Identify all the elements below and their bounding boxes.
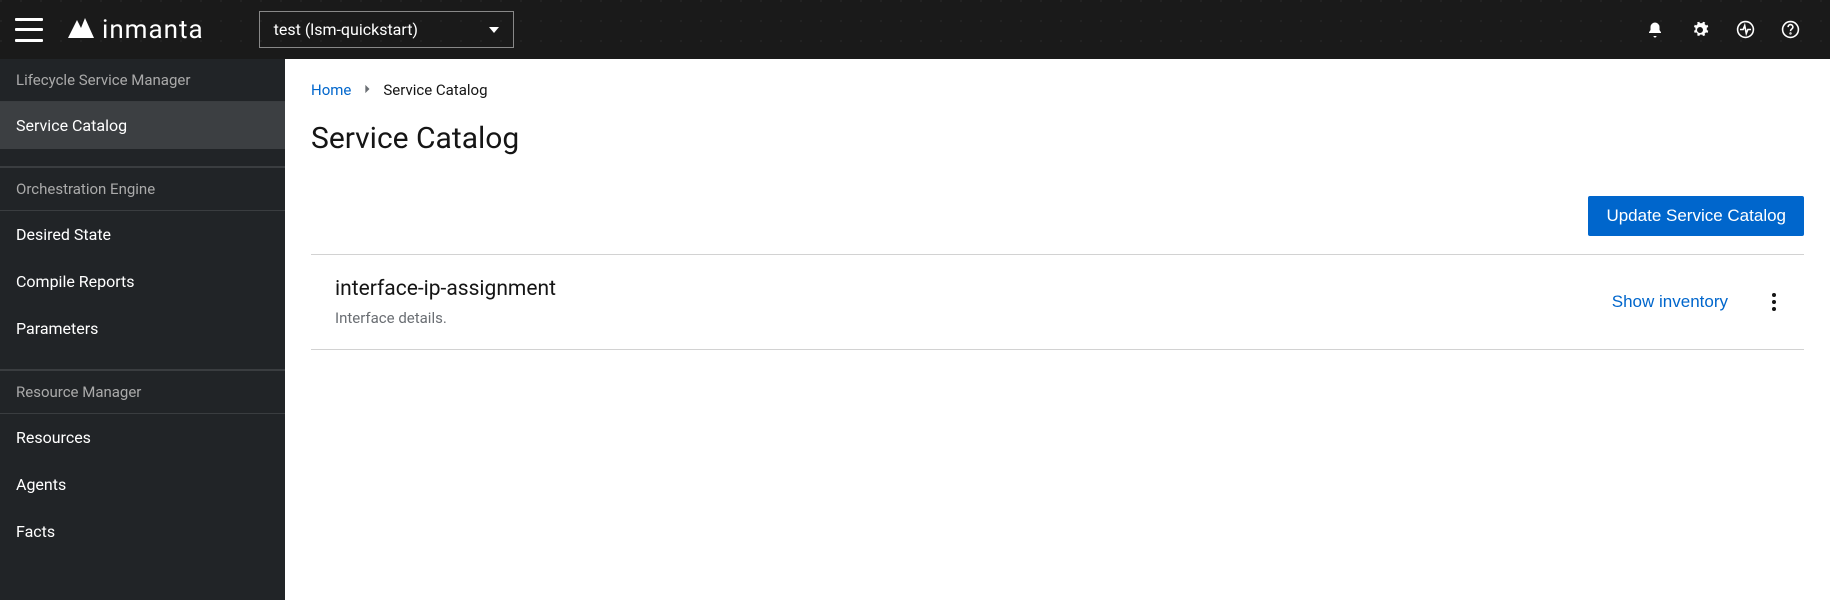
main-content: Home Service Catalog Service Catalog Upd… — [285, 59, 1830, 600]
service-info: interface-ip-assignment Interface detail… — [335, 277, 1612, 327]
service-actions: Show inventory — [1612, 289, 1780, 315]
environment-selector[interactable]: test (lsm-quickstart) — [259, 11, 514, 48]
environment-selector-label: test (lsm-quickstart) — [274, 20, 418, 39]
sidebar-item-desired-state[interactable]: Desired State — [0, 211, 285, 258]
chevron-right-icon — [363, 83, 371, 97]
kebab-menu-icon[interactable] — [1768, 289, 1780, 315]
sidebar-section-lifecycle[interactable]: Lifecycle Service Manager — [0, 59, 285, 102]
service-description: Interface details. — [335, 309, 1612, 327]
header-icon-group — [1645, 20, 1815, 40]
page-title: Service Catalog — [311, 121, 1804, 156]
app-header: inmanta test (lsm-quickstart) — [0, 0, 1830, 59]
caret-down-icon — [489, 27, 499, 33]
status-icon[interactable] — [1735, 20, 1755, 40]
service-name: interface-ip-assignment — [335, 277, 1612, 301]
action-row: Update Service Catalog — [311, 196, 1804, 236]
service-row: interface-ip-assignment Interface detail… — [311, 255, 1804, 350]
sidebar-item-agents[interactable]: Agents — [0, 461, 285, 508]
sidebar: Lifecycle Service Manager Service Catalo… — [0, 59, 285, 600]
sidebar-item-service-catalog[interactable]: Service Catalog — [0, 102, 285, 149]
sidebar-section-orchestration[interactable]: Orchestration Engine — [0, 167, 285, 211]
service-list: interface-ip-assignment Interface detail… — [311, 254, 1804, 350]
sidebar-item-compile-reports[interactable]: Compile Reports — [0, 258, 285, 305]
breadcrumb: Home Service Catalog — [311, 81, 1804, 99]
help-icon[interactable] — [1780, 20, 1800, 40]
bell-icon[interactable] — [1645, 20, 1665, 40]
sidebar.sections.1.items.2.label[interactable]: Parameters — [0, 305, 285, 352]
brand-text: inmanta — [102, 15, 204, 45]
sidebar-item-resources[interactable]: Resources — [0, 414, 285, 461]
sidebar-section-resource-manager[interactable]: Resource Manager — [0, 370, 285, 414]
gear-icon[interactable] — [1690, 20, 1710, 40]
breadcrumb-home[interactable]: Home — [311, 81, 351, 99]
sidebar-item-facts[interactable]: Facts — [0, 508, 285, 555]
breadcrumb-current: Service Catalog — [383, 81, 487, 99]
hamburger-menu-icon[interactable] — [15, 18, 43, 42]
show-inventory-link[interactable]: Show inventory — [1612, 292, 1728, 312]
inmanta-logo-icon — [68, 15, 94, 45]
brand-logo[interactable]: inmanta — [68, 15, 204, 45]
update-service-catalog-button[interactable]: Update Service Catalog — [1588, 196, 1804, 236]
